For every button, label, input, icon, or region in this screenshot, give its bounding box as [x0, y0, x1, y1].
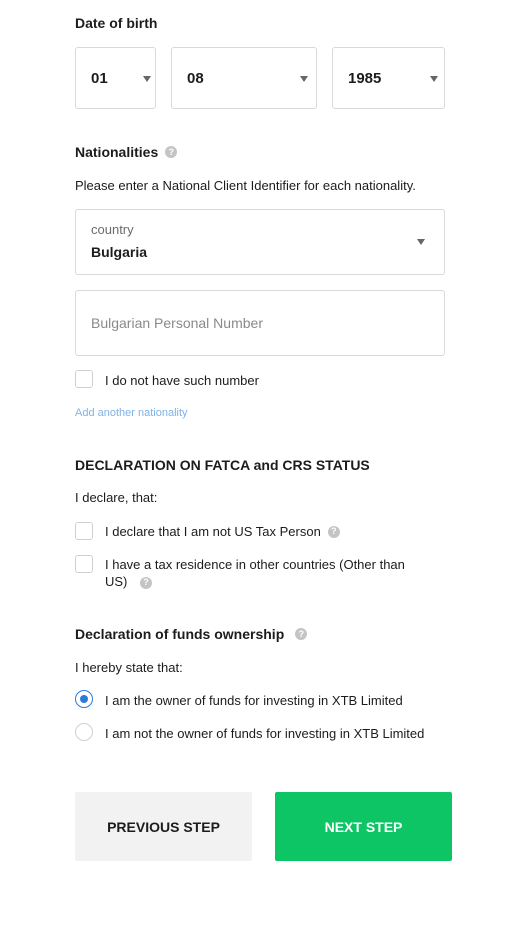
next-step-button[interactable]: NEXT STEP [275, 792, 452, 861]
nationalities-title-text: Nationalities [75, 144, 159, 160]
other-tax-residence-checkbox[interactable] [75, 555, 93, 573]
dob-day-select[interactable]: 01 [75, 47, 156, 109]
not-owner-label: I am not the owner of funds for investin… [105, 726, 425, 741]
other-tax-residence-label-row: I have a tax residence in other countrie… [105, 556, 425, 590]
dob-month-value: 08 [187, 70, 204, 87]
help-icon[interactable]: ? [165, 146, 178, 158]
country-value: Bulgaria [91, 244, 148, 260]
dob-label: Date of birth [75, 15, 158, 31]
dob-month-select[interactable]: 08 [171, 47, 317, 109]
country-select[interactable]: country Bulgaria [75, 209, 445, 275]
help-icon[interactable]: ? [295, 628, 308, 640]
not-owner-radio[interactable] [75, 723, 93, 741]
nationalities-title: Nationalities ? [75, 144, 178, 160]
fatca-title: DECLARATION ON FATCA and CRS STATUS [75, 457, 370, 473]
dob-year-select[interactable]: 1985 [332, 47, 445, 109]
fatca-intro: I declare, that: [75, 490, 158, 505]
not-us-tax-label: I declare that I am not US Tax Person [105, 524, 321, 539]
personal-number-input[interactable]: Bulgarian Personal Number [75, 290, 445, 356]
chevron-down-icon [417, 239, 425, 245]
dob-year-value: 1985 [348, 70, 382, 87]
add-nationality-link[interactable]: Add another nationality [75, 407, 188, 419]
funds-title: Declaration of funds ownership ? [75, 626, 308, 642]
country-label: country [91, 222, 134, 237]
chevron-down-icon [300, 76, 308, 82]
no-number-checkbox[interactable] [75, 370, 93, 388]
previous-step-button[interactable]: PREVIOUS STEP [75, 792, 252, 861]
personal-number-placeholder: Bulgarian Personal Number [91, 315, 263, 331]
dob-day-value: 01 [91, 70, 108, 87]
nationalities-instruction: Please enter a National Client Identifie… [75, 178, 416, 193]
not-us-tax-label-row: I declare that I am not US Tax Person ? [105, 523, 340, 540]
chevron-down-icon [430, 76, 438, 82]
no-number-label: I do not have such number [105, 373, 259, 388]
help-icon[interactable]: ? [327, 525, 340, 538]
not-us-tax-checkbox[interactable] [75, 522, 93, 540]
funds-intro: I hereby state that: [75, 660, 183, 675]
chevron-down-icon [143, 76, 151, 82]
owner-label: I am the owner of funds for investing in… [105, 693, 403, 708]
funds-title-text: Declaration of funds ownership [75, 626, 285, 642]
help-icon[interactable]: ? [140, 576, 153, 589]
owner-radio[interactable] [75, 690, 93, 708]
